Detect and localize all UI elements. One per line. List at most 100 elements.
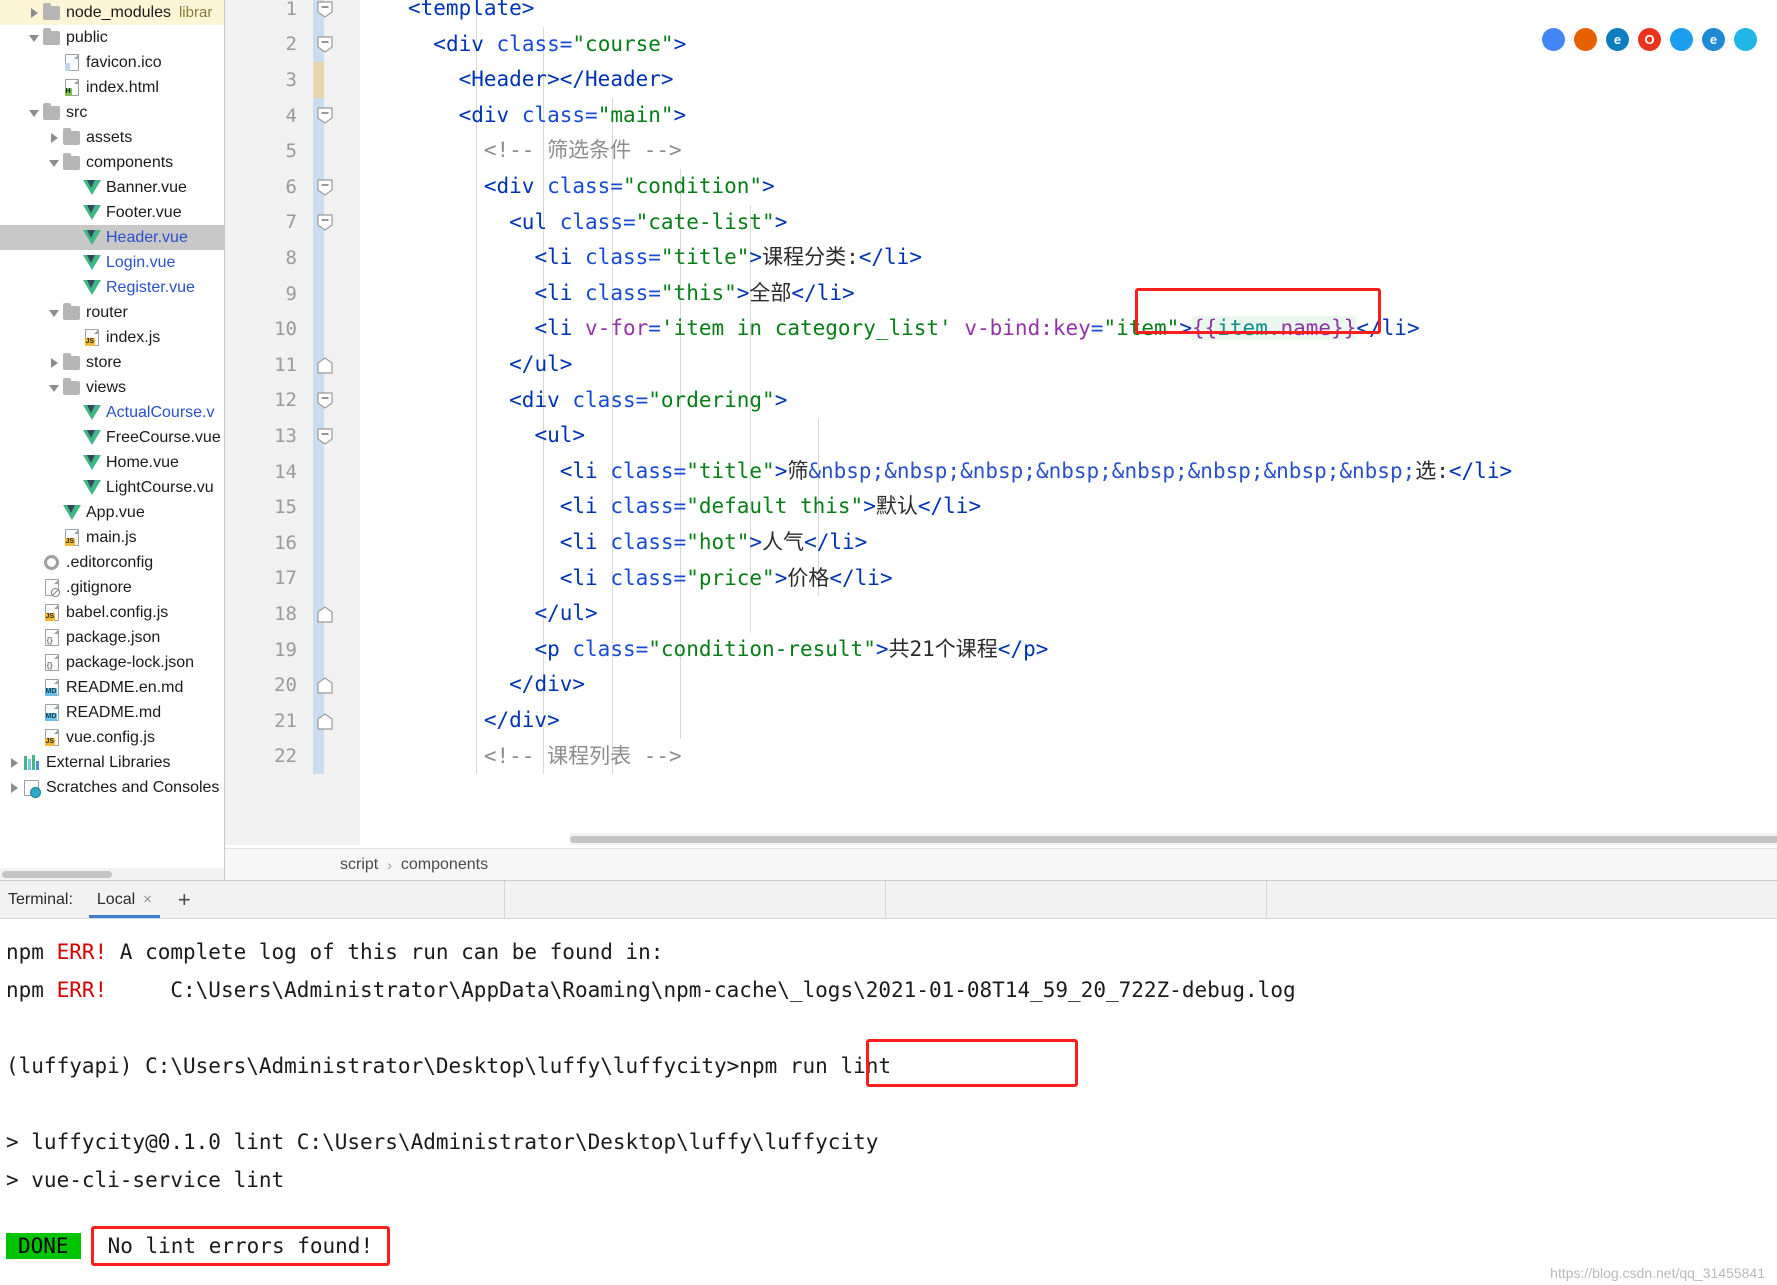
- fold-collapse-icon[interactable]: [316, 36, 334, 54]
- code-line[interactable]: <Header></Header>: [408, 62, 674, 98]
- project-tree-list[interactable]: node_modules librar public favicon.ico Hind…: [0, 0, 224, 800]
- tree-item-freecourse-vue[interactable]: FreeCourse.vue: [0, 425, 224, 450]
- tree-item-package-json[interactable]: {} package.json: [0, 625, 224, 650]
- edge-legacy-icon[interactable]: e: [1606, 28, 1629, 51]
- tree-item-footer-vue[interactable]: Footer.vue: [0, 200, 224, 225]
- fold-collapse-icon[interactable]: [316, 178, 334, 196]
- close-icon[interactable]: ×: [143, 891, 152, 908]
- fold-collapse-icon[interactable]: [316, 0, 334, 18]
- tree-item-readme-md[interactable]: MD README.md: [0, 700, 224, 725]
- fold-expand-icon[interactable]: [316, 356, 334, 374]
- tree-item-package-lock-json[interactable]: {} package-lock.json: [0, 650, 224, 675]
- tree-item-index-html[interactable]: Hindex.html: [0, 75, 224, 100]
- tree-item--gitignore[interactable]: .gitignore: [0, 575, 224, 600]
- tree-item-src[interactable]: src: [0, 100, 224, 125]
- code-line[interactable]: <li class="this">全部</li>: [408, 276, 854, 312]
- code-line[interactable]: <div class="main">: [408, 98, 687, 134]
- tree-item-views[interactable]: views: [0, 375, 224, 400]
- chrome-icon[interactable]: [1542, 28, 1565, 51]
- fold-collapse-icon[interactable]: [316, 392, 334, 410]
- terminal-tab-bar[interactable]: Terminal: Local × +: [0, 881, 1777, 919]
- editor-gutter[interactable]: 1 2 3 4 5 6 7 8 9 10 11 12 13 14 15 16 17 18 19 20 21 22: [225, 0, 360, 845]
- image-file-icon: [62, 53, 81, 72]
- tree-item-babel-config-js[interactable]: JS babel.config.js: [0, 600, 224, 625]
- code-line[interactable]: </ul>: [408, 596, 597, 632]
- edge-icon[interactable]: [1734, 28, 1757, 51]
- tree-item-components[interactable]: components: [0, 150, 224, 175]
- tree-item-index-js[interactable]: JS index.js: [0, 325, 224, 350]
- fold-expand-icon[interactable]: [316, 676, 334, 694]
- tree-item-scratches-and-consoles[interactable]: Scratches and Consoles: [0, 775, 224, 800]
- code-line[interactable]: <p class="condition-result">共21个课程</p>: [408, 632, 1048, 668]
- chevron-right-icon[interactable]: [46, 355, 62, 371]
- code-line[interactable]: <div class="ordering">: [408, 383, 787, 419]
- code-line[interactable]: <li class="default this">默认</li>: [408, 489, 981, 525]
- chevron-down-icon[interactable]: [26, 30, 42, 46]
- chevron-right-icon[interactable]: [46, 130, 62, 146]
- code-editor-pane[interactable]: 1 2 3 4 5 6 7 8 9 10 11 12 13 14 15 16 17 18 19 20 21 22 <tem…: [225, 0, 1777, 880]
- fold-collapse-icon[interactable]: [316, 214, 334, 232]
- add-terminal-tab-button[interactable]: +: [166, 881, 203, 918]
- code-content[interactable]: <template> <div class="course"> <Header>…: [360, 0, 1777, 845]
- tree-item--editorconfig[interactable]: .editorconfig: [0, 550, 224, 575]
- code-line[interactable]: <li v-for='item in category_list' v-bind…: [408, 311, 1420, 347]
- chevron-down-icon[interactable]: [46, 155, 62, 171]
- tree-item-banner-vue[interactable]: Banner.vue: [0, 175, 224, 200]
- tree-item-assets[interactable]: assets: [0, 125, 224, 150]
- breadcrumb[interactable]: script › components: [225, 848, 1777, 880]
- code-line[interactable]: <ul>: [408, 418, 585, 454]
- fold-expand-icon[interactable]: [316, 605, 334, 623]
- code-line[interactable]: <li class="hot">人气</li>: [408, 525, 868, 561]
- tree-item-favicon-ico[interactable]: favicon.ico: [0, 50, 224, 75]
- chevron-down-icon[interactable]: [46, 305, 62, 321]
- safari-icon[interactable]: [1670, 28, 1693, 51]
- chevron-down-icon[interactable]: [46, 380, 62, 396]
- tree-item-lightcourse-vu[interactable]: LightCourse.vu: [0, 475, 224, 500]
- chevron-right-icon[interactable]: [6, 755, 22, 771]
- tree-item-login-vue[interactable]: Login.vue: [0, 250, 224, 275]
- code-line[interactable]: <!-- 筛选条件 -->: [408, 133, 682, 169]
- code-line[interactable]: <ul class="cate-list">: [408, 205, 787, 241]
- code-line[interactable]: <li class="price">价格</li>: [408, 561, 893, 597]
- code-line[interactable]: <!-- 课程列表 -->: [408, 739, 682, 775]
- breadcrumb-item-components[interactable]: components: [401, 856, 488, 874]
- terminal-tab-local[interactable]: Local ×: [83, 881, 166, 918]
- chevron-down-icon[interactable]: [26, 105, 42, 121]
- browser-launch-icons[interactable]: eOe: [1542, 28, 1757, 51]
- code-line[interactable]: <li class="title">课程分类:</li>: [408, 240, 922, 276]
- tree-item-node-modules[interactable]: node_modules librar: [0, 0, 224, 25]
- code-line[interactable]: </div>: [408, 703, 560, 739]
- tree-item-main-js[interactable]: JS main.js: [0, 525, 224, 550]
- tree-item-store[interactable]: store: [0, 350, 224, 375]
- tree-item-external-libraries[interactable]: External Libraries: [0, 750, 224, 775]
- tree-item-actualcourse-v[interactable]: ActualCourse.v: [0, 400, 224, 425]
- terminal-panel[interactable]: Terminal: Local × + npm ERR! A complete …: [0, 880, 1777, 1285]
- opera-icon[interactable]: O: [1638, 28, 1661, 51]
- fold-collapse-icon[interactable]: [316, 107, 334, 125]
- tree-item-public[interactable]: public: [0, 25, 224, 50]
- tree-item-header-vue[interactable]: Header.vue: [0, 225, 224, 250]
- ie-icon[interactable]: e: [1702, 28, 1725, 51]
- fold-collapse-icon[interactable]: [316, 427, 334, 445]
- tree-item-home-vue[interactable]: Home.vue: [0, 450, 224, 475]
- tree-item-router[interactable]: router: [0, 300, 224, 325]
- tree-item-app-vue[interactable]: App.vue: [0, 500, 224, 525]
- code-line[interactable]: </ul>: [408, 347, 572, 383]
- code-line[interactable]: </div>: [408, 667, 585, 703]
- breadcrumb-item-script[interactable]: script: [340, 856, 378, 874]
- code-line[interactable]: <div class="condition">: [408, 169, 775, 205]
- tree-item-vue-config-js[interactable]: JS vue.config.js: [0, 725, 224, 750]
- tree-item-readme-en-md[interactable]: MD README.en.md: [0, 675, 224, 700]
- editor-horizontal-scrollbar[interactable]: [570, 833, 1777, 845]
- code-line[interactable]: <div class="course">: [408, 27, 686, 63]
- firefox-icon[interactable]: [1574, 28, 1597, 51]
- code-line[interactable]: <template>: [408, 0, 534, 27]
- chevron-right-icon[interactable]: [26, 5, 42, 21]
- project-tree-pane[interactable]: node_modules librar public favicon.ico Hind…: [0, 0, 225, 880]
- terminal-output[interactable]: npm ERR! A complete log of this run can …: [0, 919, 1777, 1237]
- tree-horizontal-scrollbar[interactable]: [0, 868, 224, 880]
- tree-item-register-vue[interactable]: Register.vue: [0, 275, 224, 300]
- code-line[interactable]: <li class="title">筛&nbsp;&nbsp;&nbsp;&nb…: [408, 454, 1512, 490]
- chevron-right-icon[interactable]: [6, 780, 22, 796]
- fold-expand-icon[interactable]: [316, 712, 334, 730]
